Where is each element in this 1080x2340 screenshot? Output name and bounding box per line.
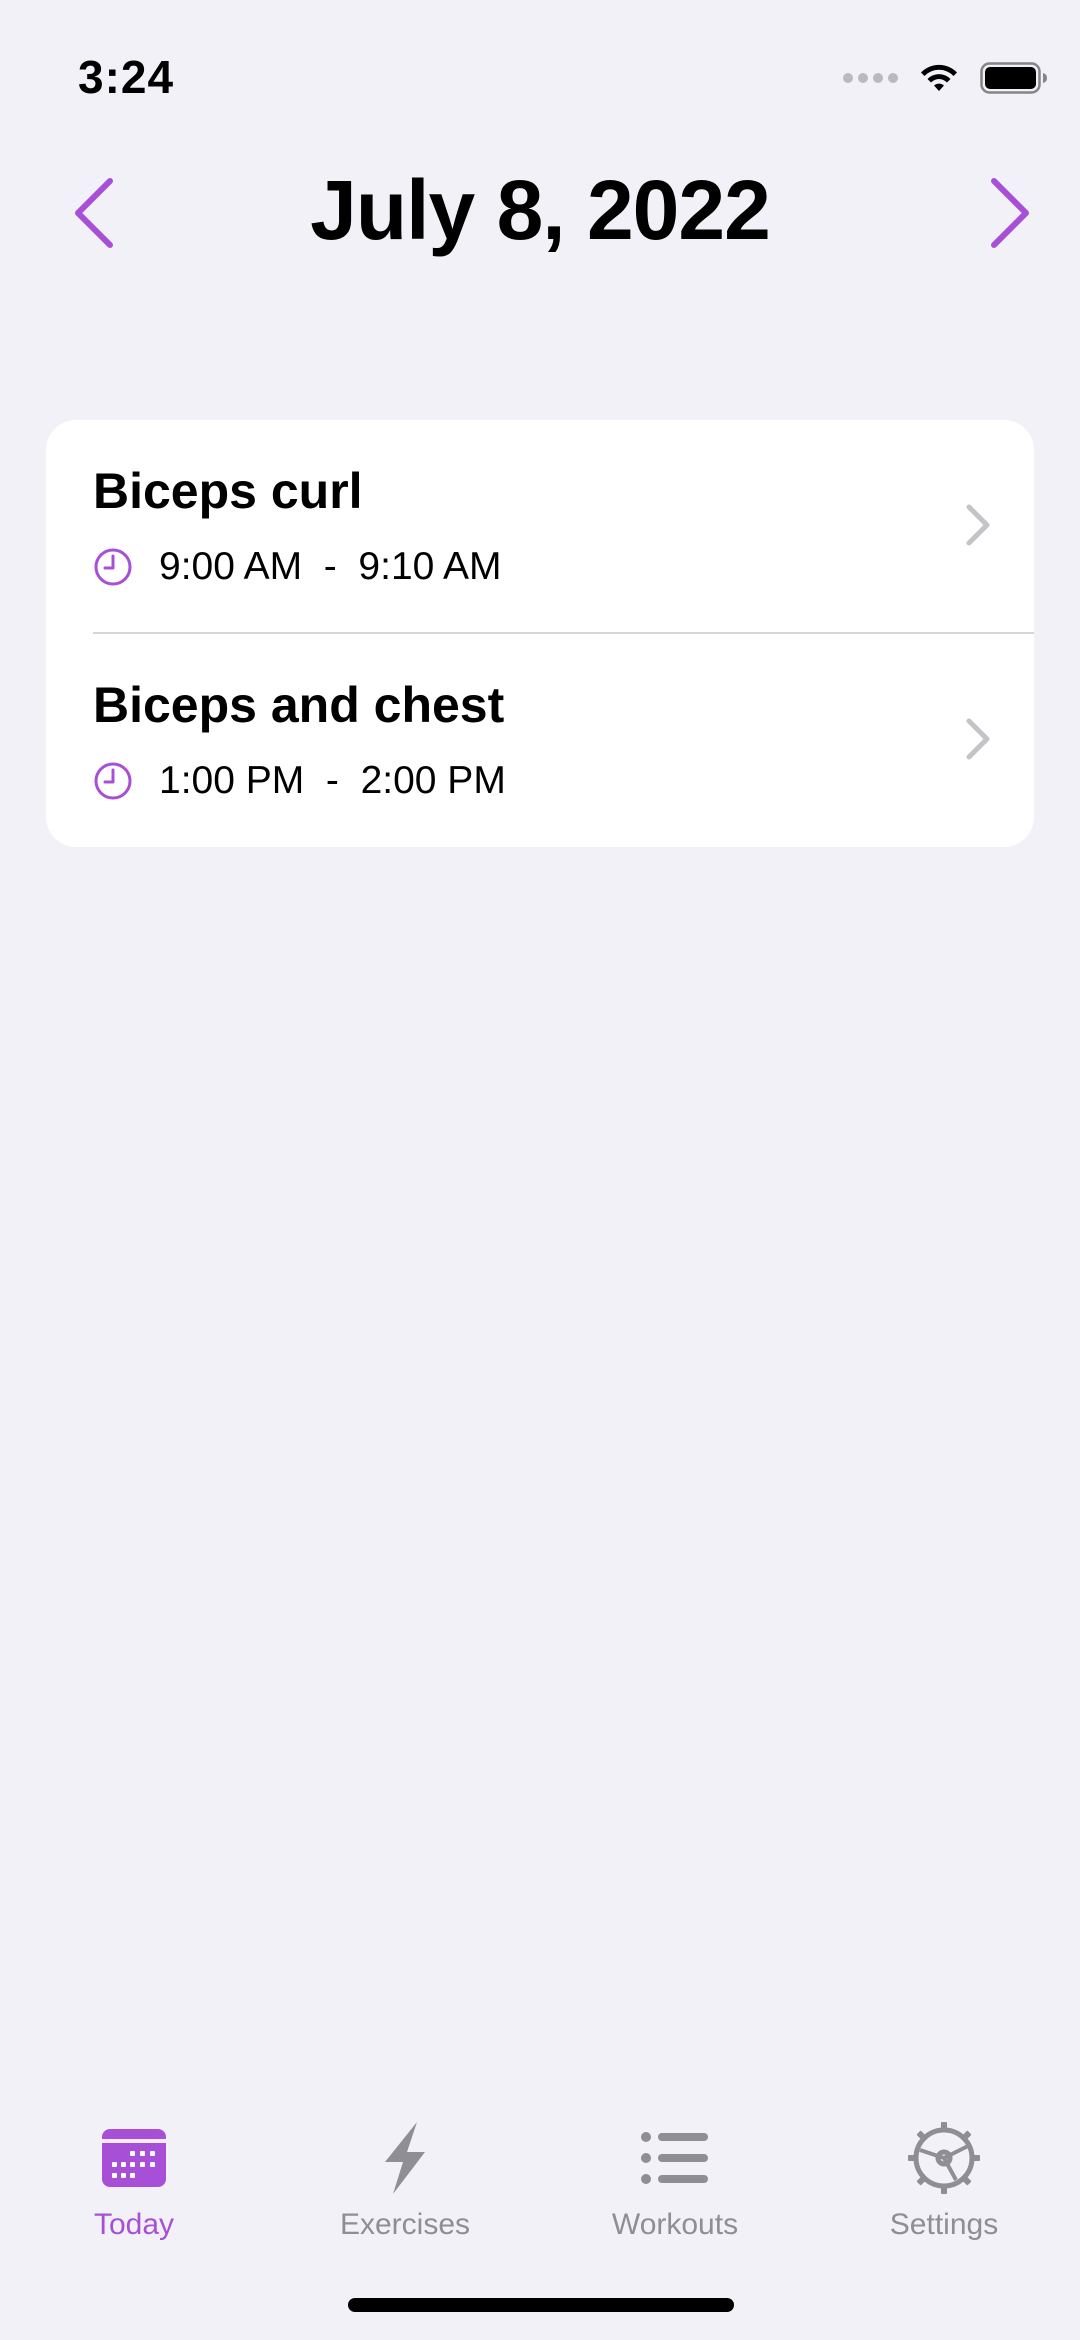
clock-icon: [93, 547, 133, 587]
status-icons: [843, 56, 1048, 100]
home-indicator: [348, 2298, 734, 2312]
chevron-right-icon: [966, 504, 990, 546]
chevron-right-icon: [966, 718, 990, 760]
tab-label: Today: [93, 2208, 175, 2241]
cellular-dots-icon: [843, 73, 898, 83]
list-icon: [641, 2132, 708, 2184]
battery-icon: [980, 62, 1047, 94]
list-item[interactable]: Biceps curl 9:00 AM - 9:10 AM: [46, 420, 1034, 632]
clock-icon: [93, 761, 133, 801]
tab-today[interactable]: Today: [34, 2116, 234, 2256]
list-item[interactable]: Biceps and chest 1:00 PM - 2:00 PM: [46, 634, 1034, 846]
workout-title: Biceps and chest: [93, 677, 505, 733]
tab-settings[interactable]: Settings: [844, 2116, 1044, 2256]
workout-list: Biceps curl 9:00 AM - 9:10 AM Biceps and…: [46, 420, 1034, 847]
workout-time: 1:00 PM - 2:00 PM: [93, 758, 506, 804]
tab-exercises[interactable]: Exercises: [305, 2116, 505, 2256]
next-day-button[interactable]: [966, 168, 1056, 258]
workout-time-range: 1:00 PM - 2:00 PM: [159, 759, 506, 802]
date-header: July 8, 2022: [0, 150, 1080, 270]
calendar-icon: [102, 2129, 166, 2187]
wifi-icon: [921, 64, 957, 91]
tab-bar: Today Exercises Workouts Settings: [0, 2100, 1080, 2260]
status-bar: 3:24: [0, 0, 1080, 150]
gear-icon: [908, 2122, 980, 2194]
tab-workouts[interactable]: Workouts: [575, 2116, 775, 2256]
workout-time-range: 9:00 AM - 9:10 AM: [159, 545, 502, 588]
tab-label: Exercises: [339, 2208, 471, 2241]
tab-label: Workouts: [611, 2208, 739, 2241]
page-title: July 8, 2022: [310, 163, 771, 257]
lightning-icon: [385, 2122, 425, 2194]
workout-title: Biceps curl: [93, 463, 363, 519]
tab-label: Settings: [889, 2208, 999, 2241]
workout-time: 9:00 AM - 9:10 AM: [93, 544, 502, 590]
chevron-right-icon: [991, 178, 1029, 248]
status-time: 3:24: [78, 51, 175, 103]
